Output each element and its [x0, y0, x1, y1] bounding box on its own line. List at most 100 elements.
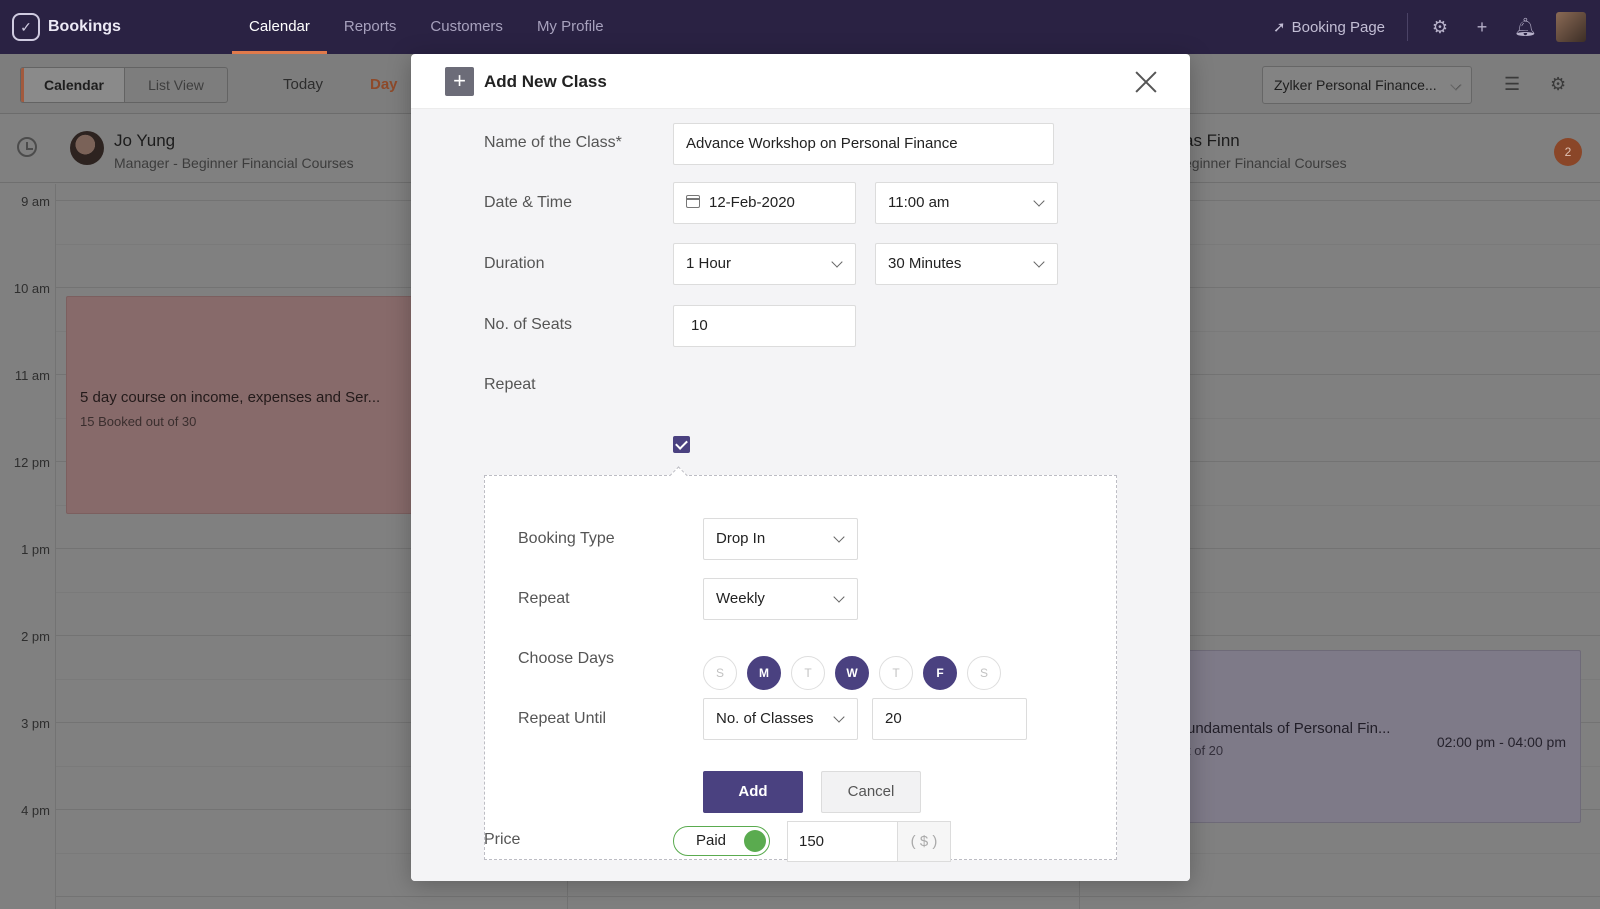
booking-page-label: Booking Page [1291, 18, 1385, 36]
time-label: 2 pm [21, 629, 50, 644]
clock-icon [17, 137, 37, 157]
add-class-plus-icon: + [445, 67, 474, 96]
staff-role: Manager - Beginner Financial Courses [114, 155, 354, 171]
add-button[interactable]: Add [703, 771, 803, 813]
tab-customers[interactable]: Customers [413, 0, 520, 54]
repeat-label: Repeat [484, 376, 536, 393]
chevron-down-icon [833, 699, 845, 739]
choose-days-label: Choose Days [518, 650, 615, 667]
repeat-until-label: Repeat Until [518, 710, 607, 727]
time-label: 3 pm [21, 716, 50, 731]
repeat-until-count-value: 20 [885, 710, 902, 727]
booking-type-value: Drop In [716, 530, 766, 547]
price-input[interactable]: 150 [787, 821, 897, 862]
chevron-down-icon [831, 244, 843, 284]
add-new-class-dialog: + Add New Class Name of the Class* Advan… [411, 54, 1190, 881]
dialog-header: + Add New Class [411, 54, 1190, 109]
calendar-view-button[interactable]: Calendar [21, 68, 124, 102]
repeat-options-panel: Booking Type Drop In Repeat Weekly Choos… [484, 466, 1117, 860]
day-toggle-sunday[interactable]: S [703, 656, 737, 690]
chevron-down-icon [1033, 244, 1045, 284]
workspace-select[interactable]: Zylker Personal Finance... ⌵ [1262, 66, 1472, 104]
today-button[interactable]: Today [283, 76, 323, 93]
price-label: Price [484, 831, 521, 848]
event-time: 02:00 pm - 04:00 pm [1436, 734, 1566, 750]
paid-toggle-label: Paid [696, 832, 727, 849]
staff-avatar [70, 131, 104, 165]
repeat-frequency-select[interactable]: Weekly [703, 578, 858, 620]
view-toggle: Calendar List View [20, 67, 228, 103]
plus-icon[interactable]: + [1472, 17, 1492, 38]
tab-reports[interactable]: Reports [327, 0, 414, 54]
repeat-until-select[interactable]: No. of Classes [703, 698, 858, 740]
brand[interactable]: ✓ Bookings [12, 12, 121, 42]
class-name-input[interactable]: Advance Workshop on Personal Finance [673, 123, 1054, 165]
panel-pointer [669, 466, 688, 485]
chevron-down-icon [1033, 183, 1045, 223]
nav-actions: ➚ Booking Page ⚙ + 🔔︎ [1273, 0, 1586, 54]
time-label: 4 pm [21, 803, 50, 818]
date-value: 12-Feb-2020 [709, 194, 795, 211]
time-label: 12 pm [13, 455, 50, 470]
seats-input[interactable]: 10 [673, 305, 856, 347]
nav-tabs: Calendar Reports Customers My Profile [232, 0, 621, 54]
staff-name: as Finn [1184, 131, 1240, 150]
bell-icon[interactable]: 🔔︎ [1514, 17, 1537, 38]
toggle-knob [744, 830, 766, 852]
event-card[interactable]: undamentals of Personal Fin... t of 20 0… [1180, 650, 1581, 823]
day-toggle-thursday[interactable]: T [879, 656, 913, 690]
close-icon[interactable] [1134, 70, 1158, 94]
currency-suffix: ( $ ) [897, 821, 951, 862]
chevron-down-icon [833, 579, 845, 619]
time-value: 11:00 am [888, 194, 950, 211]
seats-value: 10 [691, 317, 708, 334]
cancel-button[interactable]: Cancel [821, 771, 921, 813]
gear-icon[interactable]: ⚙ [1430, 17, 1450, 38]
settings-gear-icon[interactable]: ⚙ [1550, 74, 1566, 95]
list-view-button[interactable]: List View [124, 68, 227, 102]
duration-hours-select[interactable]: 1 Hour [673, 243, 856, 285]
day-toggle-tuesday[interactable]: T [791, 656, 825, 690]
chevron-down-icon: ⌵ [1450, 67, 1461, 103]
class-name-label: Name of the Class* [484, 134, 622, 151]
event-title: undamentals of Personal Fin... [1187, 720, 1391, 737]
staff-name: Jo Yung [114, 131, 176, 150]
dialog-title: Add New Class [484, 72, 607, 91]
time-label: 9 am [21, 194, 50, 209]
duration-label: Duration [484, 255, 545, 272]
repeat-frequency-label: Repeat [518, 590, 570, 607]
booking-type-select[interactable]: Drop In [703, 518, 858, 560]
cursor-click-icon: ➚ [1273, 19, 1286, 36]
duration-minutes-value: 30 Minutes [888, 255, 962, 272]
repeat-until-count-input[interactable]: 20 [872, 698, 1027, 740]
event-title: 5 day course on income, expenses and Ser… [80, 389, 381, 406]
paid-toggle[interactable]: Paid [673, 826, 770, 856]
repeat-checkbox[interactable] [673, 436, 690, 453]
duration-minutes-select[interactable]: 30 Minutes [875, 243, 1058, 285]
event-card[interactable]: 5 day course on income, expenses and Ser… [66, 296, 418, 514]
duration-hours-value: 1 Hour [686, 255, 732, 272]
day-toggle-monday[interactable]: M [747, 656, 781, 690]
day-toggle-saturday[interactable]: S [967, 656, 1001, 690]
day-button[interactable]: Day [370, 76, 398, 93]
notification-badge: 2 [1554, 138, 1582, 166]
app-name: Bookings [48, 18, 121, 35]
date-picker[interactable]: 12-Feb-2020 [673, 182, 856, 224]
bookings-logo-icon: ✓ [12, 13, 40, 41]
time-label: 11 am [14, 368, 50, 383]
event-booked-count: 15 Booked out of 30 [80, 414, 197, 429]
sort-list-icon[interactable]: ☰ [1504, 74, 1520, 95]
booking-page-link[interactable]: ➚ Booking Page [1273, 13, 1408, 41]
time-select[interactable]: 11:00 am [875, 182, 1058, 224]
tab-my-profile[interactable]: My Profile [520, 0, 621, 54]
day-toggle-wednesday[interactable]: W [835, 656, 869, 690]
price-value: 150 [799, 833, 825, 850]
user-avatar[interactable] [1556, 12, 1586, 42]
repeat-frequency-value: Weekly [716, 590, 765, 607]
class-name-value: Advance Workshop on Personal Finance [686, 135, 958, 152]
repeat-until-type-value: No. of Classes [716, 710, 814, 727]
tab-calendar[interactable]: Calendar [232, 0, 327, 54]
seats-label: No. of Seats [484, 316, 573, 333]
day-toggle-friday[interactable]: F [923, 656, 957, 690]
time-label: 10 am [13, 281, 50, 296]
